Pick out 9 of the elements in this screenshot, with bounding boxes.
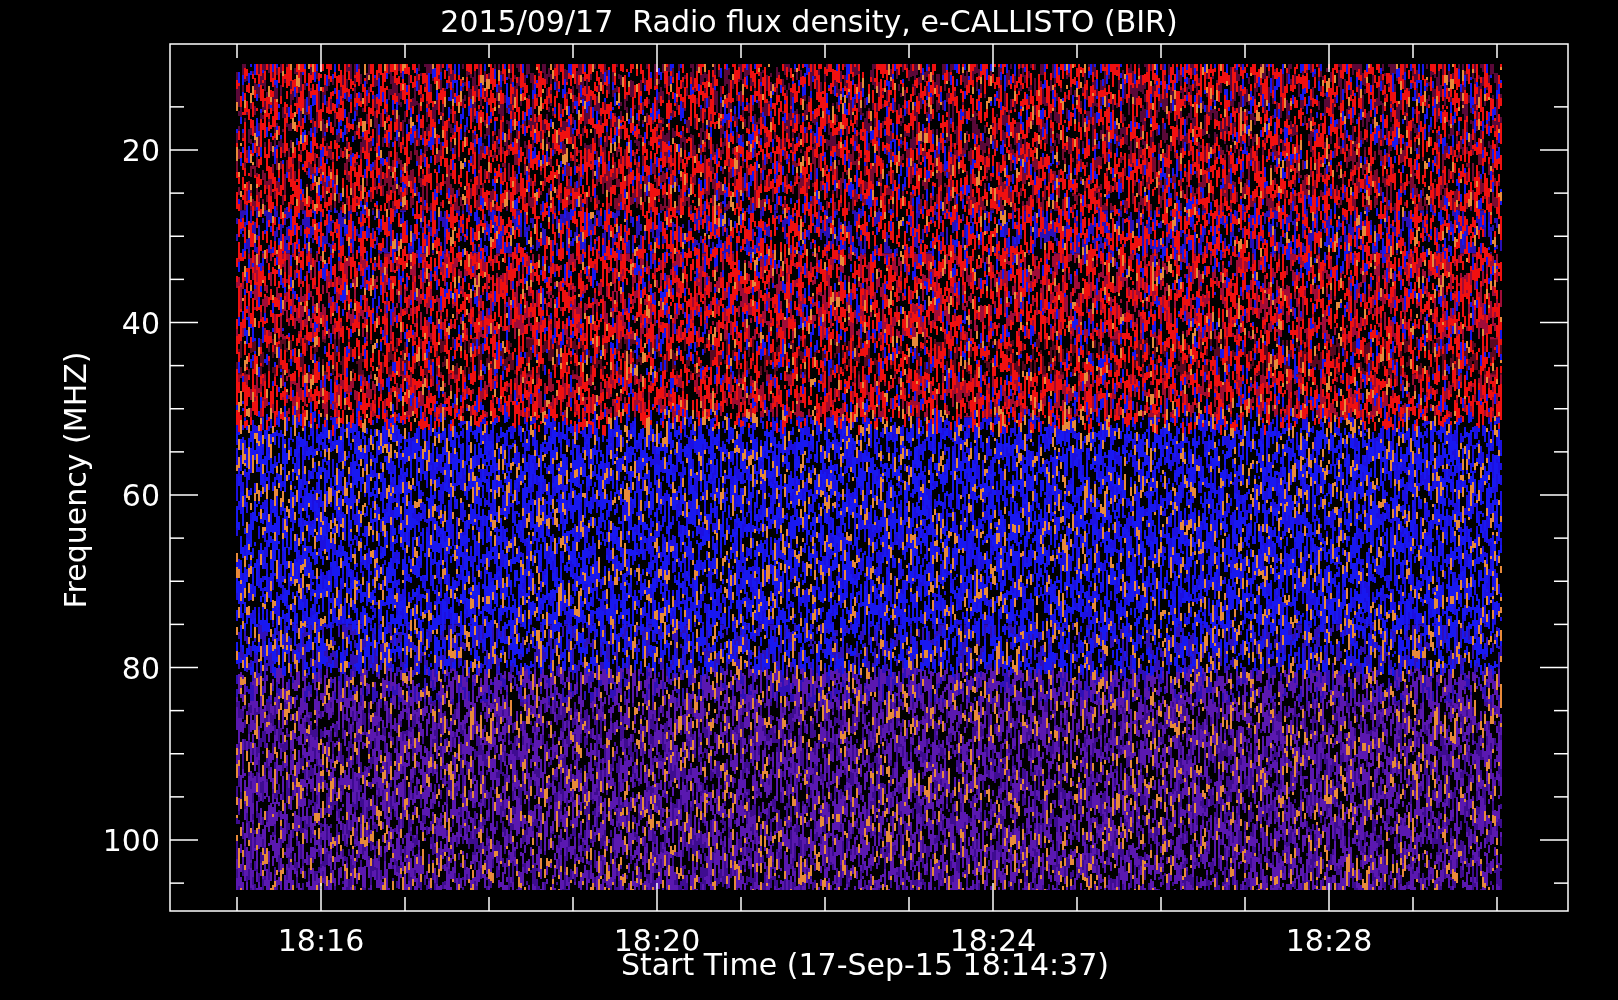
x-tick-label: 18:28 [1285, 923, 1373, 958]
y-tick-label: 100 [102, 823, 160, 858]
plot-title: 2015/09/17 Radio flux density, e-CALLISTO (BIR) [440, 4, 1178, 39]
x-tick-label: 18:16 [277, 923, 365, 958]
y-tick-label: 40 [121, 305, 160, 341]
y-axis-label: Frequency (MHZ) [58, 351, 93, 609]
y-tick-label: 20 [121, 133, 160, 168]
y-tick-label: 60 [121, 478, 160, 513]
y-tick-label: 80 [121, 650, 160, 686]
